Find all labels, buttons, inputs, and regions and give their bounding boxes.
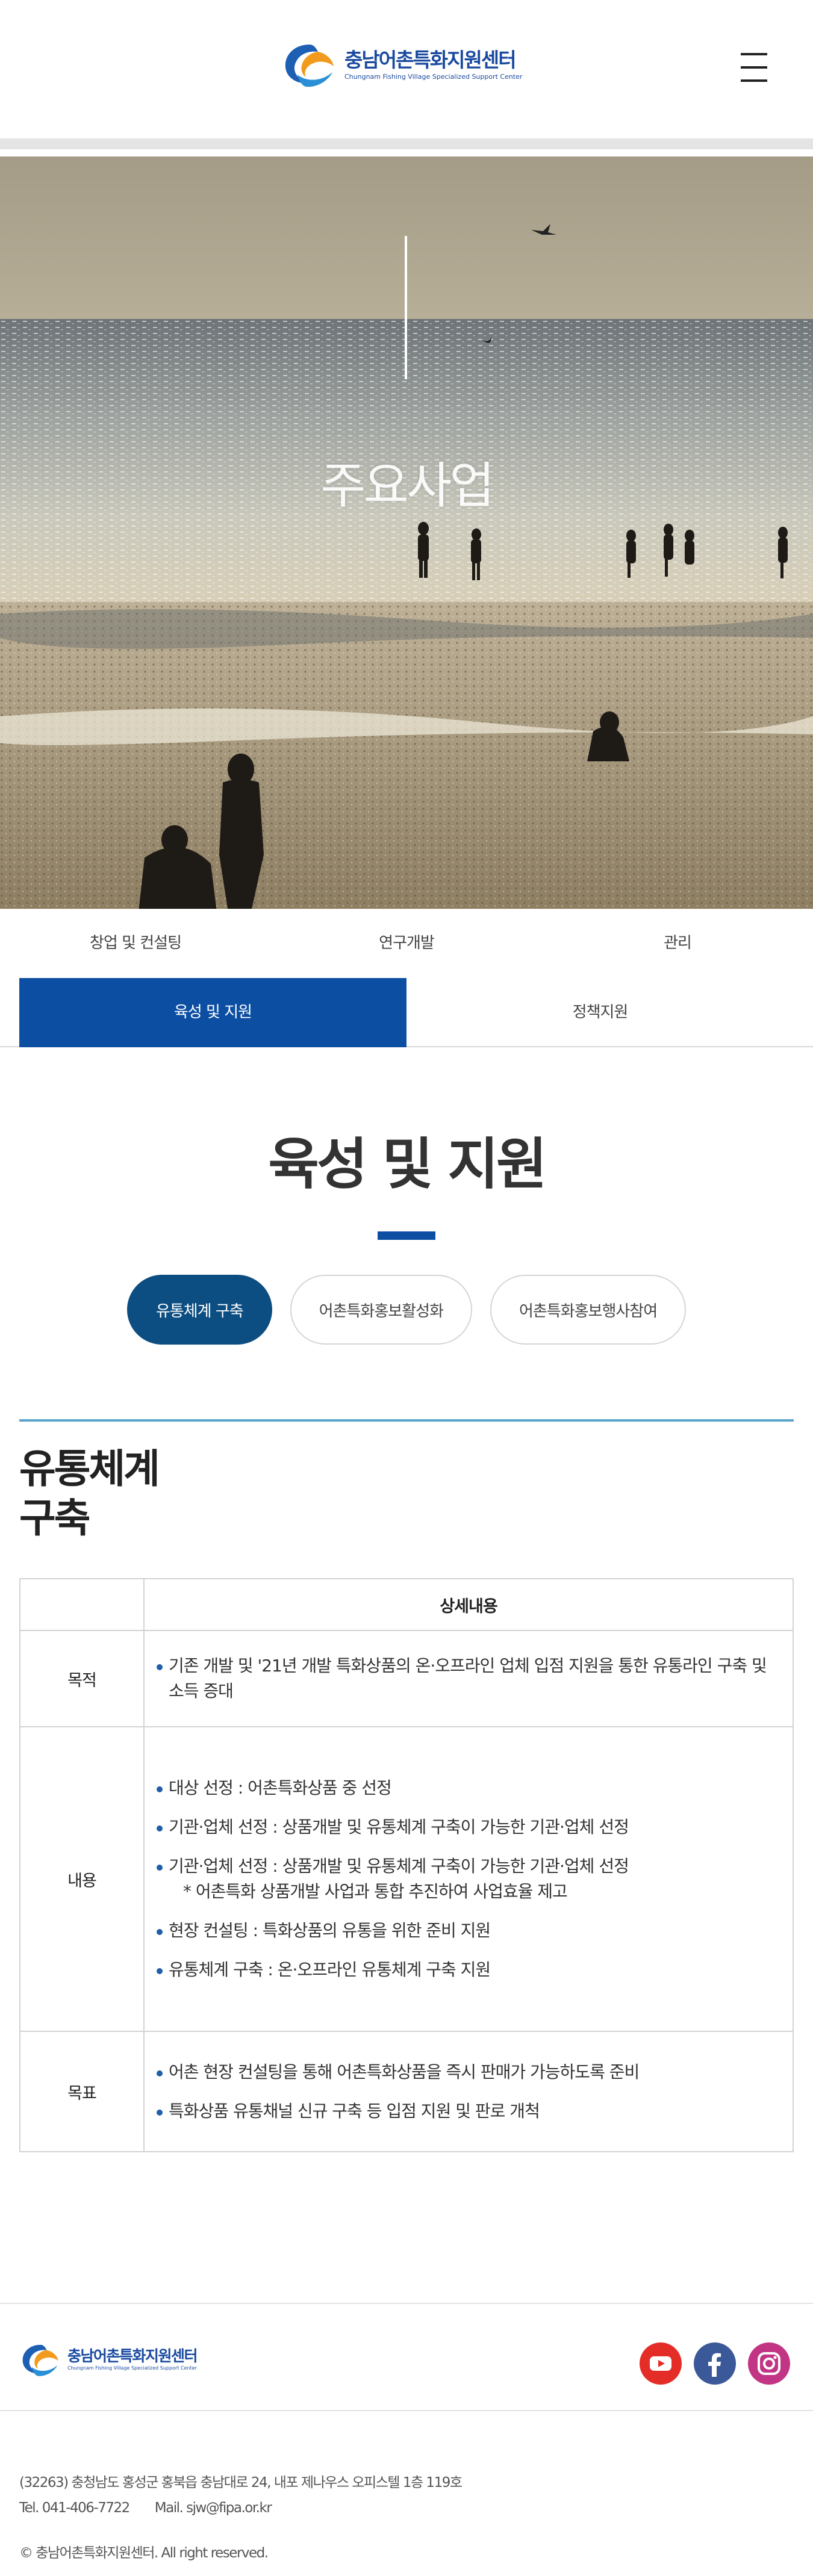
footer-logo-title: 충남어촌특화지원센터: [67, 2347, 198, 2365]
table-header-detail: 상세내용: [143, 1578, 794, 1631]
instagram-icon[interactable]: [748, 2342, 790, 2385]
row-label-content: 내용: [19, 1726, 145, 2032]
tab-promotion-events[interactable]: 어촌특화홍보행사참여: [490, 1275, 687, 1345]
footer-logo-mark-icon: [22, 2344, 58, 2376]
hero-banner: 주요사업: [0, 156, 813, 909]
row-label-purpose: 목적: [19, 1630, 145, 1727]
footer-tel: Tel. 041-406-7722: [19, 2500, 130, 2516]
subnav-startup-consulting[interactable]: 창업 및 컨설팅: [0, 909, 271, 978]
footer-contact: (32263) 충청남도 홍성군 홍북읍 충남대로 24, 내포 제나우스 오피…: [19, 2470, 463, 2521]
list-item: 기관·업체 선정 : 상품개발 및 유통체계 구축이 가능한 기관·업체 선정 …: [153, 1854, 779, 1904]
list-item-note: * 어촌특화 상품개발 사업과 통합 추진하여 사업효율 제고: [183, 1881, 568, 1901]
table-header-empty: [19, 1578, 145, 1631]
subnav-research[interactable]: 연구개발: [271, 909, 542, 978]
logo-subtitle: Chungnam Fishing Village Specialized Sup…: [344, 73, 523, 81]
subnav-policy[interactable]: 정책지원: [406, 978, 794, 1047]
category-tabs: 유통체계 구축 어촌특화홍보활성화 어촌특화홍보행사참여: [0, 1275, 813, 1345]
table-header-row: 상세내용: [19, 1578, 794, 1631]
site-header: 충남어촌특화지원센터 Chungnam Fishing Village Spec…: [0, 0, 813, 149]
row-body-goal: 어촌 현장 컨설팅을 통해 어촌특화상품을 즉시 판매가 가능하도록 준비 특화…: [143, 2031, 794, 2152]
list-item: 유통체계 구축 : 온·오프라인 유통체계 구축 지원: [153, 1957, 779, 1983]
subnav-management[interactable]: 관리: [542, 909, 813, 978]
list-item: 대상 선정 : 어촌특화상품 중 선정: [153, 1776, 779, 1801]
row-body-purpose: 기존 개발 및 '21년 개발 특화상품의 온·오프라인 업체 입점 지원을 통…: [143, 1630, 794, 1727]
list-item: 기존 개발 및 '21년 개발 특화상품의 온·오프라인 업체 입점 지원을 통…: [153, 1653, 779, 1704]
section-title: 육성 및 지원: [268, 1132, 547, 1197]
site-footer: 충남어촌특화지원센터 Chungnam Fishing Village Spec…: [0, 2303, 813, 2576]
content-title-line1: 유통체계: [19, 1446, 160, 1492]
footer-divider: [0, 2410, 813, 2411]
tab-distribution[interactable]: 유통체계 구축: [126, 1275, 272, 1345]
list-item: 기관·업체 선정 : 상품개발 및 유통체계 구축이 가능한 기관·업체 선정: [153, 1815, 779, 1840]
detail-table: 상세내용 목적 기존 개발 및 '21년 개발 특화상품의 온·오프라인 업체 …: [19, 1578, 794, 2152]
footer-copyright: © 충남어촌특화지원센터. All right reserved.: [19, 2545, 269, 2561]
hamburger-menu-icon[interactable]: [741, 52, 767, 83]
table-row: 내용 대상 선정 : 어촌특화상품 중 선정 기관·업체 선정 : 상품개발 및…: [19, 1726, 794, 2032]
hero-title: 주요사업: [320, 457, 495, 515]
section-title-underline: [378, 1231, 435, 1240]
list-item: 어촌 현장 컨설팅을 통해 어촌특화상품을 즉시 판매가 가능하도록 준비: [153, 2060, 779, 2085]
facebook-icon[interactable]: [694, 2342, 736, 2385]
tab-promotion[interactable]: 어촌특화홍보활성화: [290, 1275, 472, 1345]
footer-mail[interactable]: Mail. sjw@fipa.or.kr: [155, 2500, 272, 2516]
list-item: 현장 컨설팅 : 특화상품의 유통을 위한 준비 지원: [153, 1918, 779, 1943]
list-item-text: 기관·업체 선정 : 상품개발 및 유통체계 구축이 가능한 기관·업체 선정: [169, 1856, 629, 1876]
row-body-content: 대상 선정 : 어촌특화상품 중 선정 기관·업체 선정 : 상품개발 및 유통…: [143, 1726, 794, 2032]
site-logo[interactable]: 충남어촌특화지원센터 Chungnam Fishing Village Spec…: [282, 40, 535, 90]
footer-logo[interactable]: 충남어촌특화지원센터 Chungnam Fishing Village Spec…: [19, 2341, 198, 2379]
table-row: 목표 어촌 현장 컨설팅을 통해 어촌특화상품을 즉시 판매가 가능하도록 준비…: [19, 2031, 794, 2152]
youtube-icon[interactable]: [640, 2342, 682, 2385]
content-title: 유통체계 구축: [19, 1444, 320, 1543]
footer-logo-subtitle: Chungnam Fishing Village Specialized Sup…: [67, 2365, 197, 2371]
content-divider: [19, 1419, 794, 1422]
hero-divider-line: [405, 236, 407, 379]
subnav-support-active[interactable]: 육성 및 지원: [19, 978, 406, 1047]
logo-title: 충남어촌특화지원센터: [344, 48, 517, 72]
row-label-goal: 목표: [19, 2031, 145, 2152]
logo-mark-icon: [282, 40, 338, 90]
list-item: 특화상품 유통채널 신규 구축 등 입점 지원 및 판로 개척: [153, 2099, 779, 2124]
sub-navigation: 창업 및 컨설팅 연구개발 관리 육성 및 지원 정책지원: [0, 909, 813, 1047]
footer-address: (32263) 충청남도 홍성군 홍북읍 충남대로 24, 내포 제나우스 오피…: [19, 2475, 463, 2491]
table-row: 목적 기존 개발 및 '21년 개발 특화상품의 온·오프라인 업체 입점 지원…: [19, 1630, 794, 1727]
content-title-line2: 구축: [19, 1495, 90, 1541]
